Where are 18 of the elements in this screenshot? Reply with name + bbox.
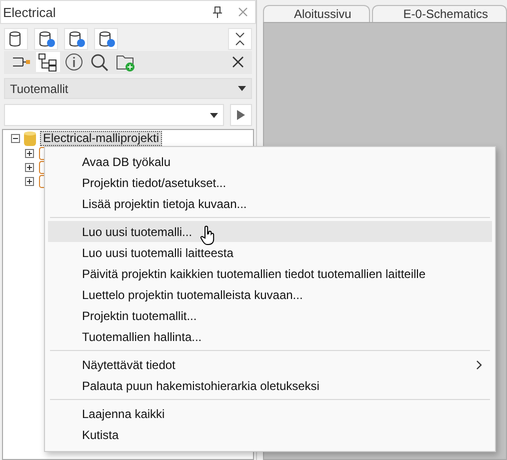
tab[interactable]: Aloitussivu [262, 5, 370, 22]
menu-item[interactable]: Kutista [48, 424, 492, 445]
menu-item[interactable]: Näytettävät tiedot [48, 354, 492, 375]
menu-item[interactable]: Päivitä projektin kaikkien tuotemallien tiedot tuotemallien laitteille [48, 263, 492, 284]
menu-item[interactable]: Projektin tuotemallit... [48, 305, 492, 326]
menu-item[interactable]: Avaa DB työkalu [48, 151, 492, 172]
menu-item[interactable]: Laajenna kaikki [48, 403, 492, 424]
menu-item[interactable]: Luo uusi tuotemalli... [48, 221, 492, 242]
menu-item[interactable]: Projektin tiedot/asetukset... [48, 172, 492, 193]
menu-item[interactable]: Lisää projektin tietoja kuvaan... [48, 193, 492, 214]
menu-item[interactable]: Tuotemallien hallinta... [48, 326, 492, 347]
view-dropdown[interactable]: Tuotemallit [4, 78, 252, 99]
panel-title: Electrical [3, 4, 56, 20]
tab[interactable]: E-0-Schematics [372, 5, 507, 22]
menu-item[interactable]: Luettelo projektin tuotemalleista kuvaan... [48, 284, 492, 305]
tree-item[interactable]: Electrical-malliprojekti [40, 131, 162, 146]
menu-item[interactable]: Luo uusi tuotemalli laitteesta [48, 242, 492, 263]
menu-item[interactable]: Palauta puun hakemistohierarkia oletukseksi [48, 375, 492, 396]
